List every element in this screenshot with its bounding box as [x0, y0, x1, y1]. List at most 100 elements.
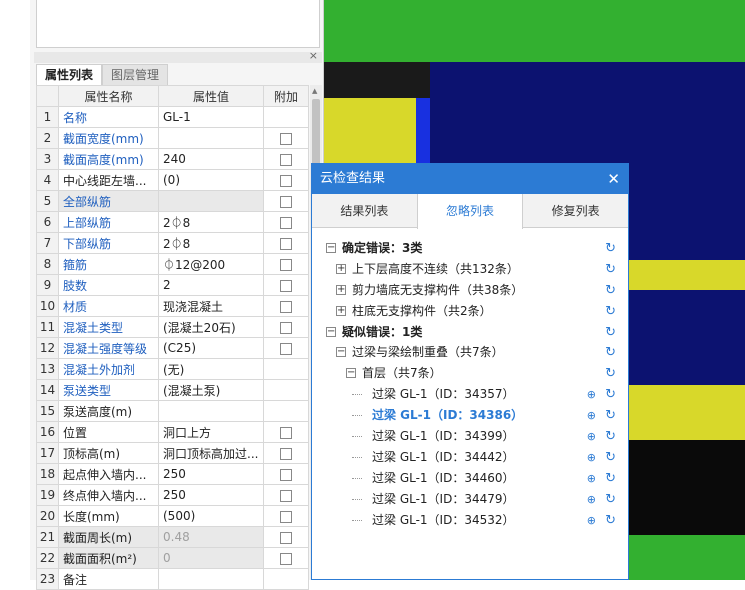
property-value[interactable]: (C25)	[158, 337, 264, 359]
tab-ignore-list[interactable]: 忽略列表	[416, 194, 524, 229]
property-value[interactable]: (500)	[158, 505, 264, 527]
property-value[interactable]: 250	[158, 463, 264, 485]
property-row[interactable]: 19 终点伸入墙内... 250	[36, 484, 309, 506]
tree-node[interactable]: + 剪力墙底无支撑构件（共38条） ↻	[312, 280, 628, 301]
extra-checkbox[interactable]	[280, 426, 292, 439]
property-value[interactable]: 2⏀8	[158, 232, 264, 254]
collapse-icon[interactable]: −	[326, 326, 336, 337]
collapse-icon[interactable]: −	[326, 243, 336, 253]
extra-checkbox[interactable]	[280, 342, 292, 355]
locate-icon[interactable]: ⊕	[587, 468, 596, 489]
property-value[interactable]	[158, 127, 264, 149]
property-row[interactable]: 21 截面周长(m) 0.48	[36, 526, 309, 548]
extra-checkbox[interactable]	[280, 279, 292, 292]
collapse-icon[interactable]: −	[346, 368, 356, 379]
property-row[interactable]: 6 上部纵筋 2⏀8	[36, 211, 309, 233]
tree-node[interactable]: − 确定错误：3类 ↻	[312, 238, 628, 259]
tree-leaf-item[interactable]: 过梁 GL-1（ID：34386） ⊕ ↻	[312, 405, 628, 426]
property-row[interactable]: 22 截面面积(m²) 0	[36, 547, 309, 569]
property-row[interactable]: 3 截面高度(mm) 240	[36, 148, 309, 170]
property-value[interactable]: 洞口上方	[158, 421, 264, 443]
property-row[interactable]: 10 材质 现浇混凝土	[36, 295, 309, 317]
property-value[interactable]: 250	[158, 484, 264, 506]
property-row[interactable]: 9 肢数 2	[36, 274, 309, 296]
tab-result-list[interactable]: 结果列表	[312, 194, 417, 227]
extra-checkbox[interactable]	[280, 510, 292, 523]
refresh-icon[interactable]: ↻	[605, 301, 616, 322]
panel-close-icon[interactable]: ×	[309, 49, 318, 62]
extra-checkbox[interactable]	[280, 321, 292, 334]
property-row[interactable]: 16 位置 洞口上方	[36, 421, 309, 443]
property-row[interactable]: 20 长度(mm) (500)	[36, 505, 309, 527]
refresh-icon[interactable]: ↻	[605, 322, 616, 343]
locate-icon[interactable]: ⊕	[587, 384, 596, 405]
locate-icon[interactable]: ⊕	[587, 405, 596, 426]
property-row[interactable]: 2 截面宽度(mm)	[36, 127, 309, 149]
tab-layer-management[interactable]: 图层管理	[102, 64, 169, 85]
tree-node[interactable]: + 柱底无支撑构件（共2条） ↻	[312, 301, 628, 322]
extra-checkbox[interactable]	[280, 237, 292, 250]
property-row[interactable]: 23 备注	[36, 568, 309, 590]
extra-checkbox[interactable]	[280, 489, 292, 502]
property-value[interactable]: ⏀12@200	[158, 253, 264, 275]
refresh-icon[interactable]: ↻	[605, 342, 616, 363]
property-row[interactable]: 17 顶标高(m) 洞口顶标高加过...	[36, 442, 309, 464]
refresh-icon[interactable]: ↻	[605, 489, 616, 510]
property-row[interactable]: 15 泵送高度(m)	[36, 400, 309, 422]
extra-checkbox[interactable]	[280, 174, 292, 187]
locate-icon[interactable]: ⊕	[587, 489, 596, 510]
locate-icon[interactable]: ⊕	[587, 510, 596, 531]
tree-node[interactable]: − 首层（共7条） ↻	[312, 363, 628, 384]
dialog-close-icon[interactable]: ✕	[607, 164, 620, 194]
refresh-icon[interactable]: ↻	[605, 510, 616, 531]
extra-checkbox[interactable]	[280, 468, 292, 481]
refresh-icon[interactable]: ↻	[605, 447, 616, 468]
refresh-icon[interactable]: ↻	[605, 405, 616, 426]
tree-leaf-item[interactable]: 过梁 GL-1（ID：34532） ⊕ ↻	[312, 510, 628, 531]
expand-icon[interactable]: +	[336, 263, 346, 274]
tree-node[interactable]: − 疑似错误：1类 ↻	[312, 322, 628, 343]
tree-leaf-item[interactable]: 过梁 GL-1（ID：34399） ⊕ ↻	[312, 426, 628, 447]
property-value[interactable]: 0.48	[158, 526, 264, 548]
refresh-icon[interactable]: ↻	[605, 280, 616, 301]
property-value[interactable]: 2	[158, 274, 264, 296]
tree-leaf-item[interactable]: 过梁 GL-1（ID：34479） ⊕ ↻	[312, 489, 628, 510]
extra-checkbox[interactable]	[280, 531, 292, 544]
refresh-icon[interactable]: ↻	[605, 363, 616, 384]
property-row[interactable]: 14 泵送类型 (混凝土泵)	[36, 379, 309, 401]
property-value[interactable]: (0)	[158, 169, 264, 191]
refresh-icon[interactable]: ↻	[605, 426, 616, 447]
property-value[interactable]: (混凝土泵)	[158, 379, 264, 401]
extra-checkbox[interactable]	[280, 258, 292, 271]
scroll-up-icon[interactable]: ▲	[312, 87, 317, 95]
property-value[interactable]: GL-1	[158, 106, 264, 128]
tree-leaf-item[interactable]: 过梁 GL-1（ID：34442） ⊕ ↻	[312, 447, 628, 468]
property-value[interactable]: 240	[158, 148, 264, 170]
dialog-titlebar[interactable]: 云检查结果 ✕	[312, 164, 628, 194]
property-row[interactable]: 12 混凝土强度等级 (C25)	[36, 337, 309, 359]
property-row[interactable]: 7 下部纵筋 2⏀8	[36, 232, 309, 254]
extra-checkbox[interactable]	[280, 447, 292, 460]
tree-node[interactable]: + 上下层高度不连续（共132条） ↻	[312, 259, 628, 280]
locate-icon[interactable]: ⊕	[587, 447, 596, 468]
locate-icon[interactable]: ⊕	[587, 426, 596, 447]
property-value[interactable]	[158, 568, 264, 590]
extra-checkbox[interactable]	[280, 195, 292, 208]
property-value[interactable]: (无)	[158, 358, 264, 380]
property-value[interactable]	[158, 190, 264, 212]
property-value[interactable]: 现浇混凝土	[158, 295, 264, 317]
property-row[interactable]: 11 混凝土类型 (混凝土20石)	[36, 316, 309, 338]
property-value[interactable]	[158, 400, 264, 422]
tree-leaf-item[interactable]: 过梁 GL-1（ID：34357） ⊕ ↻	[312, 384, 628, 405]
property-value[interactable]: 2⏀8	[158, 211, 264, 233]
refresh-icon[interactable]: ↻	[605, 384, 616, 405]
refresh-icon[interactable]: ↻	[605, 468, 616, 489]
tab-property-list[interactable]: 属性列表	[36, 64, 103, 85]
collapse-icon[interactable]: −	[336, 347, 346, 358]
expand-icon[interactable]: +	[336, 305, 346, 316]
extra-checkbox[interactable]	[280, 552, 292, 565]
property-value[interactable]: 洞口顶标高加过...	[158, 442, 264, 464]
property-row[interactable]: 1 名称 GL-1	[36, 106, 309, 128]
expand-icon[interactable]: +	[336, 284, 346, 295]
extra-checkbox[interactable]	[280, 153, 292, 166]
